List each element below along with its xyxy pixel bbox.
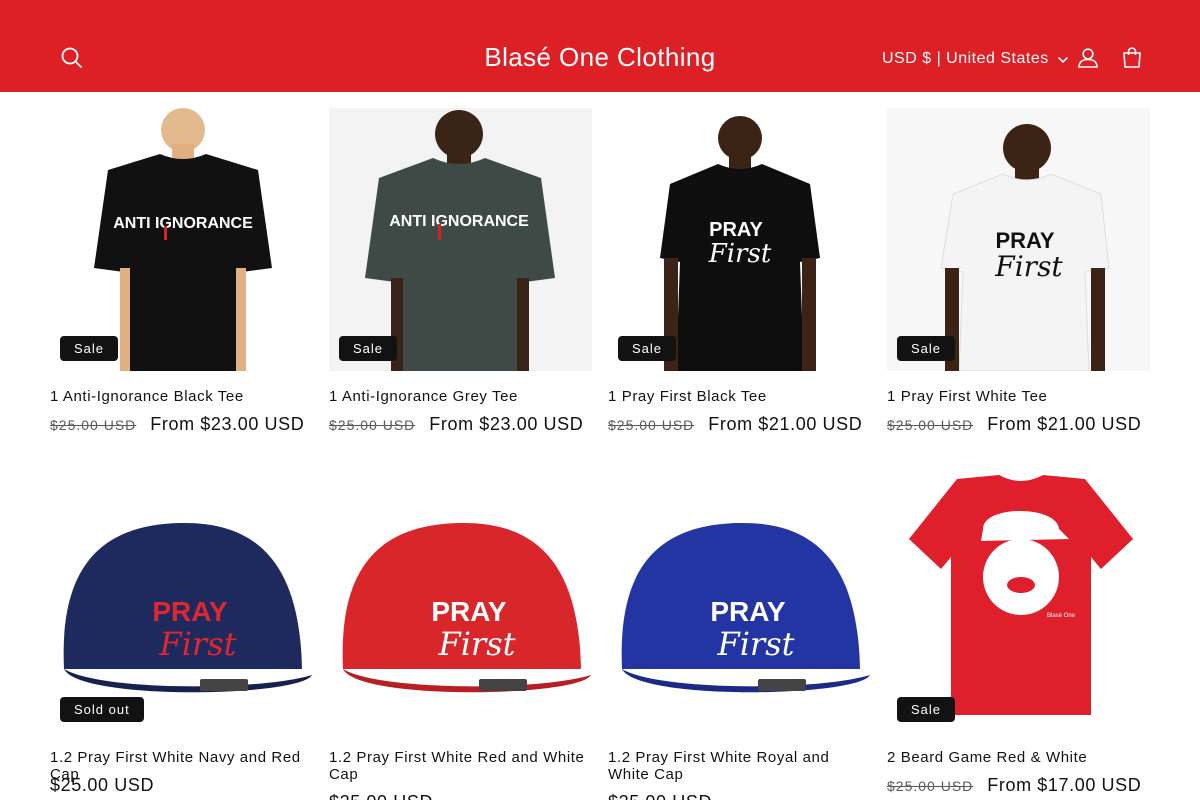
price-row: $25.00 USD From $23.00 USD — [50, 414, 313, 435]
product-title[interactable]: 1 Anti-Ignorance Grey Tee — [329, 388, 592, 405]
price-row: $25.00 USD — [329, 792, 592, 800]
sale-badge: Sale — [339, 336, 398, 361]
sold-out-badge: Sold out — [60, 697, 144, 722]
chevron-down-icon — [1057, 56, 1068, 63]
svg-text:First: First — [708, 239, 772, 269]
cart-icon[interactable] — [1119, 45, 1145, 71]
regular-price: $25.00 USD — [50, 775, 155, 795]
svg-text:ANTI IGNORANCE: ANTI IGNORANCE — [389, 213, 529, 230]
svg-text:PRAY: PRAY — [709, 219, 763, 241]
product-title[interactable]: 1.2 Pray First White Royal and White Cap — [608, 749, 871, 783]
product-photo: ANTI IGNORANCE — [329, 108, 592, 371]
sale-price: From $23.00 USD — [429, 414, 584, 434]
product-image[interactable]: PRAY First Sold out — [50, 469, 313, 732]
svg-text:PRAY: PRAY — [431, 596, 507, 627]
product-image[interactable]: PRAY First — [329, 469, 592, 732]
sale-badge: Sale — [897, 336, 956, 361]
price-row: $25.00 USD From $21.00 USD — [608, 414, 871, 435]
compare-at-price: $25.00 USD — [608, 417, 695, 433]
svg-text:PRAY: PRAY — [152, 596, 228, 627]
product-photo: PRAY First — [608, 108, 871, 371]
svg-text:PRAY: PRAY — [710, 596, 786, 627]
product-title[interactable]: 1 Pray First White Tee — [887, 388, 1150, 405]
sale-price: From $23.00 USD — [150, 414, 305, 434]
price-row: $25.00 USD From $17.00 USD — [887, 775, 1150, 796]
product-image[interactable]: PRAY First — [608, 469, 871, 732]
svg-text:First: First — [716, 625, 794, 663]
product-photo: PRAY First — [329, 469, 592, 732]
compare-at-price: $25.00 USD — [887, 417, 974, 433]
compare-at-price: $25.00 USD — [887, 778, 974, 794]
sale-badge: Sale — [60, 336, 119, 361]
product-photo: Blasé One — [887, 469, 1150, 732]
product-title[interactable]: 1.2 Pray First White Red and White Cap — [329, 749, 592, 783]
compare-at-price: $25.00 USD — [329, 417, 416, 433]
svg-text:First: First — [437, 625, 515, 663]
product-title[interactable]: 2 Beard Game Red & White — [887, 749, 1150, 766]
product-image[interactable]: ANTI IGNORANCE Sale — [50, 108, 313, 371]
currency-selector-label: USD $ | United States — [882, 50, 1049, 67]
product-title[interactable]: 1 Pray First Black Tee — [608, 388, 871, 405]
svg-text:Blasé One: Blasé One — [1047, 613, 1076, 619]
site-header: Blasé One Clothing USD $ | United States — [0, 0, 1200, 92]
product-photo: ANTI IGNORANCE — [50, 108, 313, 371]
price-row: $25.00 USD — [50, 775, 313, 796]
regular-price: $25.00 USD — [608, 792, 712, 800]
product-title[interactable]: 1 Anti-Ignorance Black Tee — [50, 388, 313, 405]
product-photo: PRAY First — [608, 469, 871, 732]
product-image[interactable]: Blasé One Sale — [887, 469, 1150, 732]
sale-price: From $17.00 USD — [987, 775, 1142, 795]
product-image[interactable]: ANTI IGNORANCE Sale — [329, 108, 592, 371]
currency-selector[interactable]: USD $ | United States — [882, 48, 1069, 70]
product-image[interactable]: PRAY First Sale — [608, 108, 871, 371]
sale-badge: Sale — [897, 697, 956, 722]
sale-price: From $21.00 USD — [708, 414, 863, 434]
price-row: $25.00 USD — [608, 792, 871, 800]
store-name-link[interactable]: Blasé One Clothing — [484, 42, 715, 72]
product-photo: PRAY First — [50, 469, 313, 732]
regular-price: $25.00 USD — [329, 792, 433, 800]
svg-text:First: First — [994, 250, 1063, 283]
product-image[interactable]: PRAY First Sale — [887, 108, 1150, 371]
sale-badge: Sale — [618, 336, 677, 361]
svg-text:First: First — [158, 625, 236, 663]
svg-text:ANTI IGNORANCE: ANTI IGNORANCE — [113, 215, 253, 232]
price-row: $25.00 USD From $21.00 USD — [887, 414, 1150, 435]
product-photo: PRAY First — [887, 108, 1150, 371]
price-row: $25.00 USD From $23.00 USD — [329, 414, 592, 435]
sale-price: From $21.00 USD — [987, 414, 1142, 434]
compare-at-price: $25.00 USD — [50, 417, 137, 433]
account-icon[interactable] — [1075, 45, 1101, 71]
